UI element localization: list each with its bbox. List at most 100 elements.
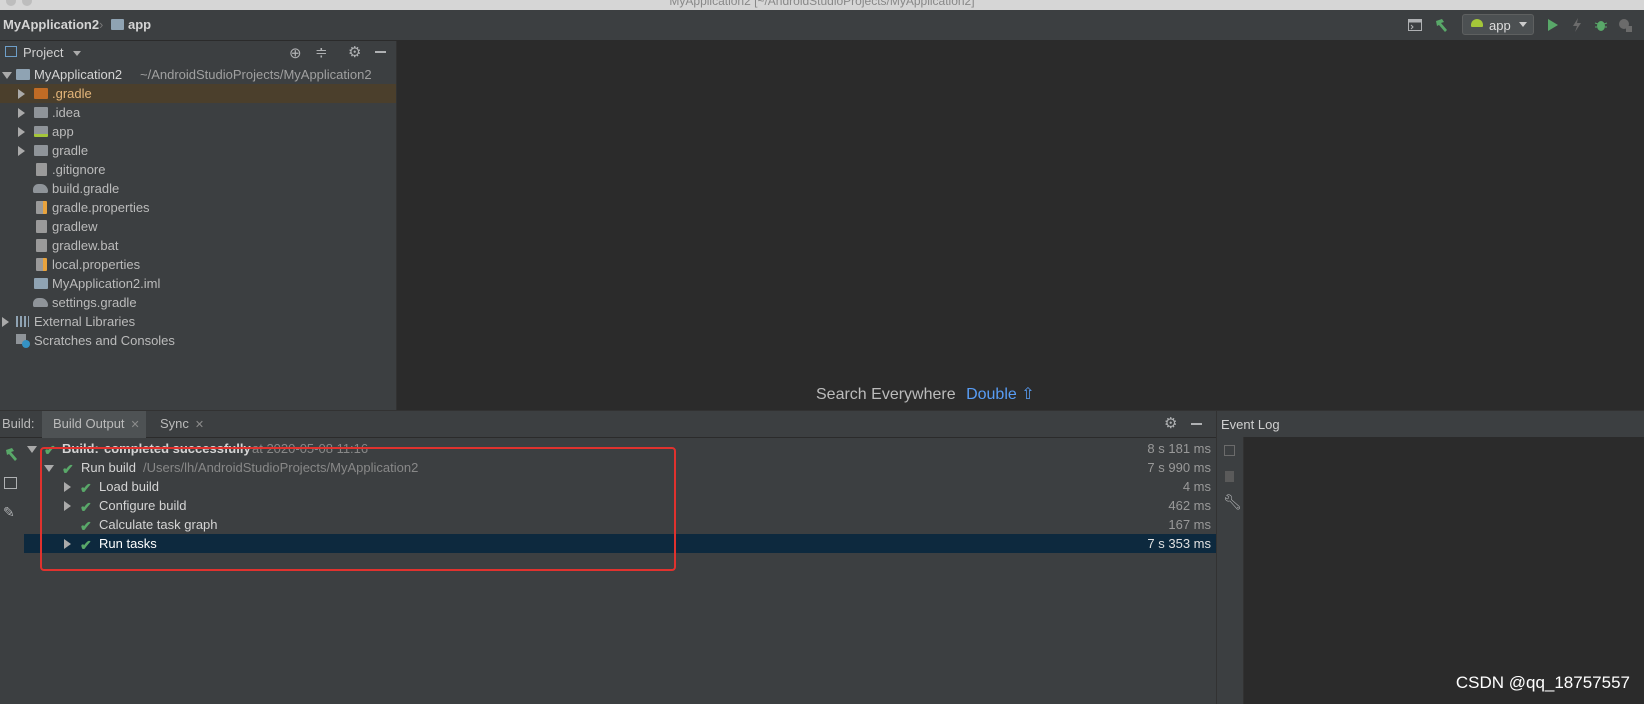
tree-item-label: .gradle <box>52 86 92 101</box>
expand-arrow-icon[interactable] <box>18 108 25 118</box>
tab-label: Sync <box>160 416 189 431</box>
tree-item-path: ~/AndroidStudioProjects/MyApplication2 <box>140 67 372 82</box>
profile-icon[interactable] <box>1616 16 1634 34</box>
breadcrumb-project[interactable]: MyApplication2 <box>3 17 99 32</box>
folder-icon <box>34 88 48 99</box>
project-view-icon <box>5 46 17 57</box>
run-icon[interactable] <box>1544 16 1562 34</box>
tree-item-build-gradle[interactable]: build.gradle <box>0 179 396 198</box>
pin-icon[interactable]: ✎ <box>3 504 15 521</box>
expand-arrow-icon[interactable] <box>18 146 25 156</box>
tree-item-gradle-properties[interactable]: gradle.properties <box>0 198 396 217</box>
build-label: Build: <box>2 416 35 431</box>
tab-build-output[interactable]: Build Output ✕ <box>53 411 140 437</box>
build-duration: 462 ms <box>1168 498 1211 513</box>
gear-icon[interactable]: ⚙ <box>1164 414 1177 432</box>
tree-item-app[interactable]: app <box>0 122 396 141</box>
hide-panel-icon[interactable] <box>375 51 386 53</box>
terminal-icon[interactable] <box>1406 16 1424 34</box>
folder-icon <box>111 19 124 30</box>
build-duration: 7 s 990 ms <box>1147 460 1211 475</box>
mark-read-icon[interactable] <box>1224 445 1235 456</box>
tree-item-label: build.gradle <box>52 181 120 196</box>
tree-item-external-libraries[interactable]: External Libraries <box>0 312 396 331</box>
tree-item-gradlew-bat[interactable]: gradlew.bat <box>0 236 396 255</box>
event-log-title: Event Log <box>1221 417 1280 432</box>
tree-item-label: gradle.properties <box>52 200 150 215</box>
tree-item-idea[interactable]: .idea <box>0 103 396 122</box>
build-hammer-icon[interactable] <box>1432 16 1450 34</box>
tree-item-label: local.properties <box>52 257 141 272</box>
tree-item-gradlew[interactable]: gradlew <box>0 217 396 236</box>
window-title: MyApplication2 [~/AndroidStudioProjects/… <box>669 0 975 8</box>
close-icon[interactable]: ✕ <box>195 419 204 431</box>
libraries-icon <box>16 316 29 327</box>
apply-changes-icon[interactable] <box>1568 16 1586 34</box>
expand-arrow-icon[interactable] <box>2 317 9 327</box>
search-everywhere-shortcut[interactable]: Double ⇧ <box>966 386 1035 403</box>
gradle-icon <box>33 184 48 193</box>
project-view-selector[interactable]: Project <box>23 45 63 60</box>
tree-item-project-root[interactable]: MyApplication2 ~/AndroidStudioProjects/M… <box>0 65 396 84</box>
watermark: CSDN @qq_18757557 <box>1455 673 1630 692</box>
hide-panel-icon[interactable] <box>1191 423 1202 425</box>
chevron-down-icon <box>1519 22 1527 27</box>
wrench-icon[interactable]: 🔧︎ <box>1223 493 1242 511</box>
tree-item-scratches[interactable]: Scratches and Consoles <box>0 331 396 350</box>
tree-item-gradle-cache[interactable]: .gradle <box>0 84 396 103</box>
editor-area: Search Everywhere Double ⇧ <box>397 41 1644 410</box>
build-side-toolbar: ✎ <box>0 438 25 704</box>
text-file-icon <box>36 220 47 233</box>
tree-item-iml[interactable]: MyApplication2.iml <box>0 274 396 293</box>
project-panel: Project ⊕ ≑ ⚙ MyApplication2 ~/AndroidSt… <box>0 41 397 410</box>
build-duration: 167 ms <box>1168 517 1211 532</box>
tab-sync[interactable]: Sync ✕ <box>160 411 204 437</box>
module-file-icon <box>34 278 48 289</box>
tree-item-label: gradlew <box>52 219 98 234</box>
expand-arrow-icon[interactable] <box>18 89 25 99</box>
gear-icon[interactable]: ⚙ <box>348 43 361 61</box>
expand-arrow-icon[interactable] <box>27 446 37 453</box>
tree-item-label: .gitignore <box>52 162 106 177</box>
build-duration: 7 s 353 ms <box>1147 536 1211 551</box>
build-tab-bar: Build: Build Output ✕ Sync ✕ ⚙ <box>0 411 1216 438</box>
folder-icon <box>34 145 48 156</box>
collapse-all-icon[interactable]: ≑ <box>315 43 328 61</box>
search-everywhere-hint: Search Everywhere <box>816 386 956 403</box>
project-panel-header: Project ⊕ ≑ ⚙ <box>0 41 396 63</box>
event-log-panel: Event Log 🔧︎ <box>1216 410 1644 704</box>
window-title-bar: MyApplication2 [~/AndroidStudioProjects/… <box>0 0 1644 10</box>
expand-arrow-icon[interactable] <box>2 72 12 79</box>
close-icon[interactable]: ✕ <box>131 419 140 431</box>
android-module-folder-icon <box>34 126 48 137</box>
event-log-toolbar: 🔧︎ <box>1217 437 1244 704</box>
tab-label: Build Output <box>53 416 125 431</box>
tree-item-label: gradlew.bat <box>52 238 119 253</box>
folder-icon <box>34 107 48 118</box>
event-log-header: Event Log <box>1217 411 1644 437</box>
locate-icon[interactable]: ⊕ <box>289 44 302 62</box>
expand-arrow-icon[interactable] <box>18 127 25 137</box>
navigation-bar: MyApplication2 › app app <box>0 10 1644 87</box>
tree-item-gitignore[interactable]: .gitignore <box>0 160 396 179</box>
breadcrumb-app[interactable]: app <box>128 17 151 32</box>
run-configuration-select[interactable]: app <box>1462 14 1534 35</box>
text-file-icon <box>36 239 47 252</box>
clock-icon <box>22 340 30 348</box>
properties-file-icon <box>36 201 47 214</box>
tree-item-label: gradle <box>52 143 89 158</box>
tree-item-settings-gradle[interactable]: settings.gradle <box>0 293 396 312</box>
build-hammer-icon[interactable] <box>3 446 19 465</box>
tree-item-label: .idea <box>52 105 81 120</box>
breadcrumb-separator-icon: › <box>99 17 104 32</box>
toggle-view-icon[interactable] <box>4 477 17 489</box>
build-duration: 4 ms <box>1182 479 1211 494</box>
empty-editor-hint: Search Everywhere Double ⇧ <box>816 384 1035 404</box>
text-file-icon <box>36 163 47 176</box>
tree-item-gradle[interactable]: gradle <box>0 141 396 160</box>
trash-icon[interactable] <box>1225 471 1234 482</box>
debug-icon[interactable] <box>1592 16 1610 34</box>
run-configuration-label: app <box>1489 18 1511 33</box>
chevron-down-icon[interactable] <box>73 51 81 56</box>
tree-item-local-properties[interactable]: local.properties <box>0 255 396 274</box>
